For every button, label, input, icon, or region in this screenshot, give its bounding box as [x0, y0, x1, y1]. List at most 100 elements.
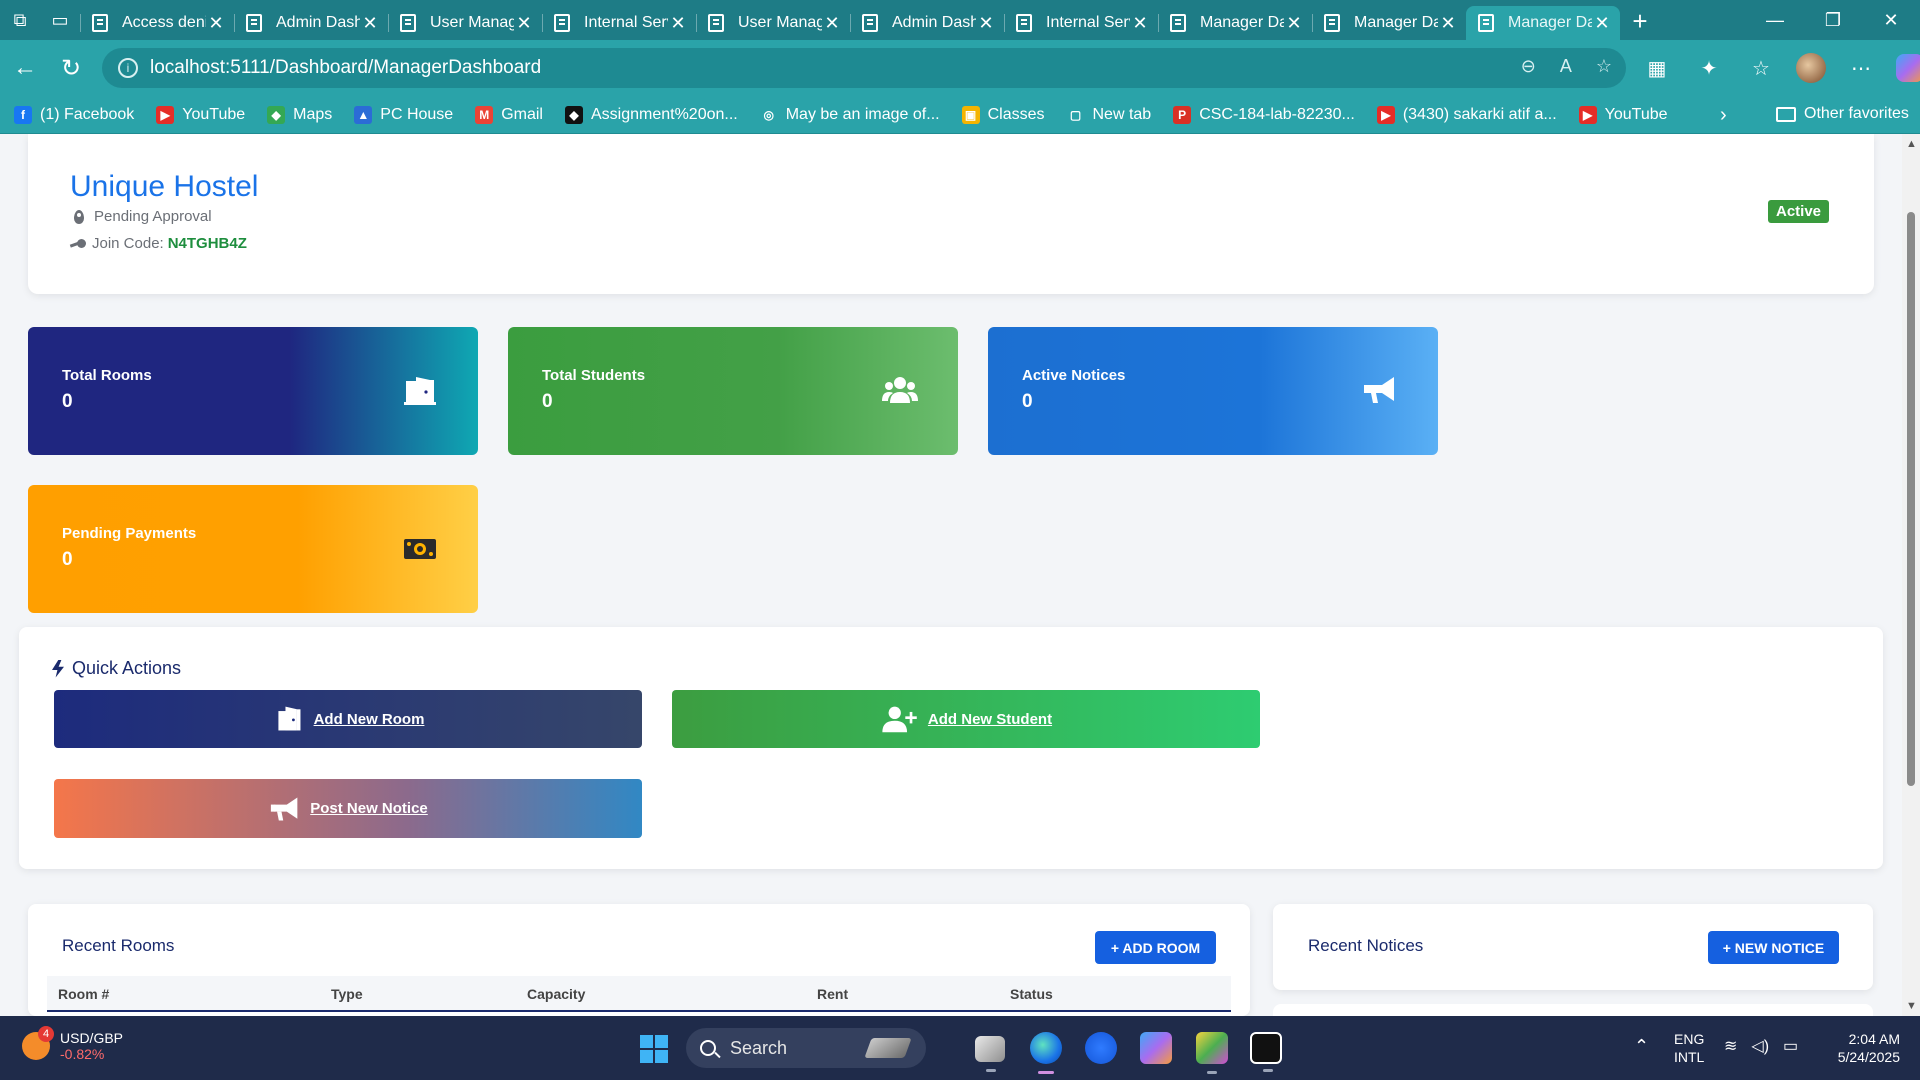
tab-actions-icon[interactable]: ▭	[40, 0, 80, 40]
browser-tab[interactable]: Admin Dashboard✕	[234, 6, 388, 40]
back-icon[interactable]: ←	[2, 45, 48, 91]
site-info-icon[interactable]: i	[118, 58, 138, 78]
scroll-thumb[interactable]	[1907, 212, 1915, 786]
post-new-notice-button[interactable]: Post New Notice	[54, 779, 642, 838]
taskbar-search[interactable]: Search	[686, 1028, 926, 1068]
chevron-up-icon[interactable]: ⌃	[1634, 1036, 1649, 1057]
url-field[interactable]: i localhost:5111/Dashboard/ManagerDashbo…	[102, 48, 1626, 88]
favorite-link[interactable]: ◎ May be an image of...	[759, 105, 940, 124]
media-icon[interactable]: ▦	[1640, 48, 1674, 88]
edge-icon[interactable]	[1030, 1032, 1062, 1074]
copilot-icon[interactable]	[1896, 54, 1920, 82]
favorite-link[interactable]: M Gmail	[475, 105, 543, 124]
favorite-link[interactable]: ▶ (3430) sakarki atif a...	[1376, 105, 1557, 124]
column-header[interactable]: Room #	[58, 986, 109, 1002]
close-tab-icon[interactable]: ✕	[360, 13, 380, 34]
browser-tab[interactable]: Access denied✕	[80, 6, 234, 40]
extensions-icon[interactable]: ✦	[1692, 48, 1726, 88]
favorite-link[interactable]: ▶ YouTube	[156, 105, 245, 124]
browser-tab[interactable]: Admin Dashboard✕	[850, 6, 1004, 40]
close-tab-icon[interactable]: ✕	[514, 13, 534, 34]
chevron-right-icon[interactable]: ›	[1720, 104, 1727, 127]
address-bar-row: ← ↻ i localhost:5111/Dashboard/ManagerDa…	[0, 40, 1920, 96]
system-tray[interactable]: ≋ ◁) ▭	[1724, 1036, 1798, 1056]
favorite-link[interactable]: P CSC-184-lab-82230...	[1173, 105, 1355, 124]
scroll-up-icon[interactable]: ▲	[1906, 138, 1917, 150]
door-icon	[277, 706, 301, 731]
zoom-icon[interactable]: ⊖	[1521, 56, 1536, 77]
browser-tab[interactable]: Manager Dashboard✕	[1158, 6, 1312, 40]
paint-icon[interactable]	[1196, 1032, 1228, 1074]
read-aloud-icon[interactable]: A	[1560, 56, 1572, 77]
favorite-link[interactable]: ▣ Classes	[961, 105, 1045, 124]
favorites-icon[interactable]: ☆	[1744, 48, 1778, 88]
stat-label: Total Rooms	[62, 367, 152, 384]
profile-avatar[interactable]	[1796, 53, 1826, 83]
close-window-icon[interactable]: ✕	[1862, 0, 1920, 40]
workspaces-icon[interactable]: ⧉	[0, 0, 40, 40]
scroll-down-icon[interactable]: ▼	[1906, 1000, 1917, 1012]
messenger-icon[interactable]	[1085, 1032, 1117, 1064]
favicon-icon: f	[14, 105, 32, 124]
add-new-student-button[interactable]: Add New Student	[672, 690, 1260, 748]
favorite-link[interactable]: ◆ Maps	[267, 105, 332, 124]
page-icon	[400, 14, 416, 32]
column-header[interactable]: Status	[1010, 986, 1053, 1002]
restore-icon[interactable]: ❐	[1804, 0, 1862, 40]
app-icon[interactable]	[1250, 1032, 1282, 1072]
add-new-room-button[interactable]: Add New Room	[54, 690, 642, 748]
close-tab-icon[interactable]: ✕	[206, 13, 226, 34]
add-new-student-label: Add New Student	[927, 710, 1053, 728]
favicon-icon: ▶	[1376, 105, 1395, 124]
favicon-icon: ▶	[1578, 105, 1597, 124]
favorite-link[interactable]: f (1) Facebook	[14, 105, 134, 124]
user-plus-icon	[882, 706, 917, 733]
stat-card-total-rooms: Total Rooms 0	[28, 327, 478, 455]
favorite-link[interactable]: ▶ YouTube	[1578, 105, 1668, 124]
column-header[interactable]: Capacity	[527, 986, 585, 1002]
rooms-table-header: Room # Type Capacity Rent Status	[47, 976, 1231, 1012]
favicon-icon: ▶	[156, 105, 175, 124]
language-indicator[interactable]: ENG INTL	[1674, 1030, 1704, 1066]
more-menu-icon[interactable]: ⋯	[1844, 48, 1878, 88]
close-tab-icon[interactable]: ✕	[1284, 13, 1304, 34]
ticker-widget[interactable]: 4 USD/GBP -0.82%	[22, 1026, 123, 1062]
favorite-label: May be an image of...	[785, 105, 940, 123]
task-view-icon[interactable]	[975, 1036, 1005, 1072]
minimize-icon[interactable]: —	[1746, 0, 1804, 40]
clock[interactable]: 2:04 AM 5/24/2025	[1820, 1030, 1900, 1066]
page-scrollbar[interactable]: ▲ ▼	[1902, 134, 1920, 1016]
favorite-label: Classes	[987, 105, 1045, 123]
new-notice-button[interactable]: + NEW NOTICE	[1708, 931, 1839, 964]
favorite-link[interactable]: ◆ Assignment%20on...	[564, 105, 738, 124]
browser-tab[interactable]: User Management✕	[388, 6, 542, 40]
refresh-icon[interactable]: ↻	[48, 45, 94, 91]
close-tab-icon[interactable]: ✕	[976, 13, 996, 34]
join-code-value: N4TGHB4Z	[167, 235, 247, 252]
new-tab-button[interactable]: +	[1620, 6, 1660, 37]
tab-strip: ⧉ ▭ Access denied✕Admin Dashboard✕User M…	[0, 0, 1920, 40]
other-favorites[interactable]: Other favorites	[1776, 105, 1909, 123]
browser-tab[interactable]: User Management✕	[696, 6, 850, 40]
close-tab-icon[interactable]: ✕	[1592, 13, 1612, 34]
start-icon[interactable]	[640, 1035, 668, 1063]
add-new-room-label: Add New Room	[313, 710, 425, 728]
favorite-star-icon[interactable]: ☆	[1596, 56, 1612, 77]
browser-tab[interactable]: Manager Dashboard✕	[1466, 6, 1620, 40]
browser-tab[interactable]: Manager Dashboard✕	[1312, 6, 1466, 40]
copilot-app-icon[interactable]	[1140, 1032, 1172, 1064]
favorite-link[interactable]: ▲ PC House	[354, 105, 453, 124]
column-header[interactable]: Rent	[817, 986, 848, 1002]
page-icon	[1324, 14, 1340, 32]
close-tab-icon[interactable]: ✕	[668, 13, 688, 34]
close-tab-icon[interactable]: ✕	[822, 13, 842, 34]
column-header[interactable]: Type	[331, 986, 363, 1002]
favorite-link[interactable]: ▢ New tab	[1066, 105, 1151, 124]
quick-actions-title-text: Quick Actions	[72, 658, 182, 678]
add-room-button[interactable]: + ADD ROOM	[1095, 931, 1216, 964]
close-tab-icon[interactable]: ✕	[1438, 13, 1458, 34]
favorite-label: CSC-184-lab-82230...	[1199, 105, 1355, 123]
browser-tab[interactable]: Internal Server Error✕	[1004, 6, 1158, 40]
close-tab-icon[interactable]: ✕	[1130, 13, 1150, 34]
browser-tab[interactable]: Internal Server Error✕	[542, 6, 696, 40]
